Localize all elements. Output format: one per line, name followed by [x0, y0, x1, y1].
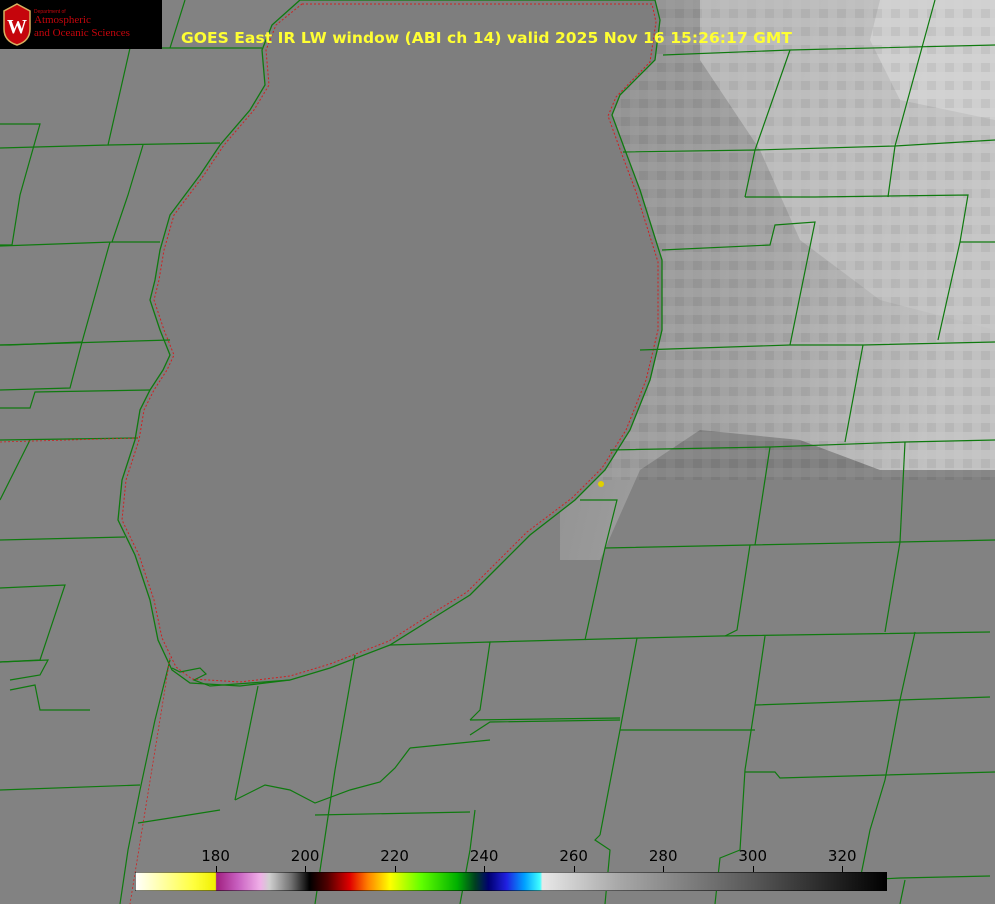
- colorbar-tick-label: 240: [469, 847, 499, 865]
- satellite-image-viewer: W Department of Atmospheric and Oceanic …: [0, 0, 995, 904]
- colorbar-tick-label: 320: [827, 847, 857, 865]
- station-marker: [598, 481, 604, 487]
- colorbar-tick-label: 260: [559, 847, 588, 865]
- uw-crest-icon: W: [3, 3, 31, 46]
- logo-line-1: Atmospheric: [34, 14, 91, 26]
- colorbar-gradient: [135, 872, 887, 891]
- colorbar-tick-label: 180: [201, 847, 230, 865]
- colorbar-tick-mark: [394, 866, 396, 872]
- colorbar-tick-mark: [663, 866, 665, 872]
- aos-logo: W Department of Atmospheric and Oceanic …: [0, 0, 162, 49]
- colorbar-tick-label: 280: [648, 847, 678, 865]
- colorbar-tick-mark: [842, 866, 844, 872]
- ir-satellite-map: [0, 0, 995, 904]
- crest-letter: W: [7, 16, 27, 38]
- colorbar-tick-mark: [215, 866, 217, 872]
- colorbar-tick-mark: [305, 866, 307, 872]
- temperature-colorbar: [135, 872, 887, 891]
- colorbar-tick-label: 220: [380, 847, 409, 865]
- colorbar-tick-mark: [573, 866, 575, 872]
- colorbar-tick-mark: [484, 866, 486, 872]
- product-title: GOES East IR LW window (ABI ch 14) valid…: [181, 29, 793, 47]
- logo-line-2: and Oceanic Sciences: [34, 27, 130, 39]
- colorbar-tick-mark: [752, 866, 754, 872]
- colorbar-tick-label: 200: [290, 847, 320, 865]
- colorbar-tick-label: 300: [738, 847, 768, 865]
